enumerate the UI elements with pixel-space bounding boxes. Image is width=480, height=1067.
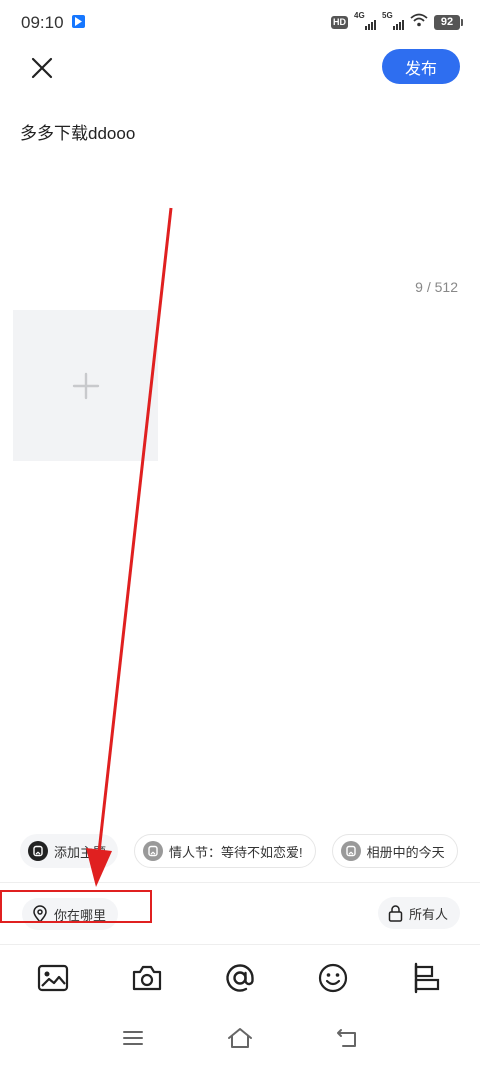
topic-icon	[143, 841, 164, 861]
layout-icon	[414, 962, 440, 994]
emoji-icon	[318, 963, 348, 993]
signal-5g-label: 5G	[382, 11, 393, 20]
location-pin-icon	[33, 905, 47, 923]
lock-icon	[388, 904, 403, 922]
topic-chip-label: 相册中的今天	[366, 844, 445, 860]
wifi-icon	[410, 13, 428, 32]
image-icon	[37, 964, 69, 992]
editor-toolbar	[0, 955, 480, 1001]
topic-chip-label: 情人节：等待不如恋爱!	[169, 844, 303, 860]
publish-button[interactable]: 发布	[382, 49, 460, 84]
signal-4g-icon: 4G	[354, 11, 376, 32]
battery-icon: 92	[434, 14, 463, 30]
close-button[interactable]	[28, 54, 56, 82]
topic-chip-label: 添加主题	[54, 844, 107, 860]
topic-icon	[28, 841, 48, 861]
menu-nav-button[interactable]	[119, 1026, 147, 1050]
visibility-button[interactable]: 所有人	[377, 897, 460, 929]
camera-button[interactable]	[124, 955, 170, 1001]
char-count: 9 / 512	[415, 279, 458, 295]
location-button[interactable]: 你在哪里	[22, 898, 119, 930]
topics-row: 添加主题 情人节：等待不如恋爱! 相册中的今天	[20, 834, 458, 868]
system-navigation-bar	[0, 1018, 480, 1058]
divider	[0, 944, 480, 945]
status-indicators: HD 4G 5G 92	[331, 11, 463, 32]
mention-button[interactable]	[217, 955, 263, 1001]
post-text-input[interactable]: 多多下载ddooo	[20, 119, 135, 144]
hd-badge: HD	[331, 15, 348, 29]
signal-4g-label: 4G	[354, 11, 365, 20]
visibility-label: 所有人	[408, 906, 448, 922]
menu-icon	[123, 1031, 143, 1045]
back-nav-button[interactable]	[333, 1026, 361, 1050]
topic-chip-memories[interactable]: 相册中的今天	[331, 834, 458, 868]
home-nav-button[interactable]	[226, 1026, 254, 1050]
camera-icon	[132, 965, 162, 991]
back-icon	[337, 1029, 356, 1047]
layout-button[interactable]	[404, 955, 450, 1001]
close-icon	[31, 57, 53, 79]
topic-chip-valentine[interactable]: 情人节：等待不如恋爱!	[134, 834, 316, 868]
topic-chip-add[interactable]: 添加主题	[20, 834, 119, 868]
status-time: 09:10	[21, 13, 64, 32]
divider	[0, 882, 480, 883]
home-icon	[228, 1028, 252, 1048]
app-notification-icon	[72, 15, 85, 28]
add-image-button[interactable]	[13, 310, 158, 461]
location-label: 你在哪里	[54, 907, 107, 923]
insert-image-button[interactable]	[30, 955, 76, 1001]
plus-icon	[72, 372, 99, 399]
signal-5g-icon: 5G	[382, 11, 404, 32]
status-bar: 09:10 HD 4G 5G 92	[0, 0, 480, 44]
topic-icon	[340, 841, 361, 861]
emoji-button[interactable]	[310, 955, 356, 1001]
at-icon	[226, 964, 254, 992]
